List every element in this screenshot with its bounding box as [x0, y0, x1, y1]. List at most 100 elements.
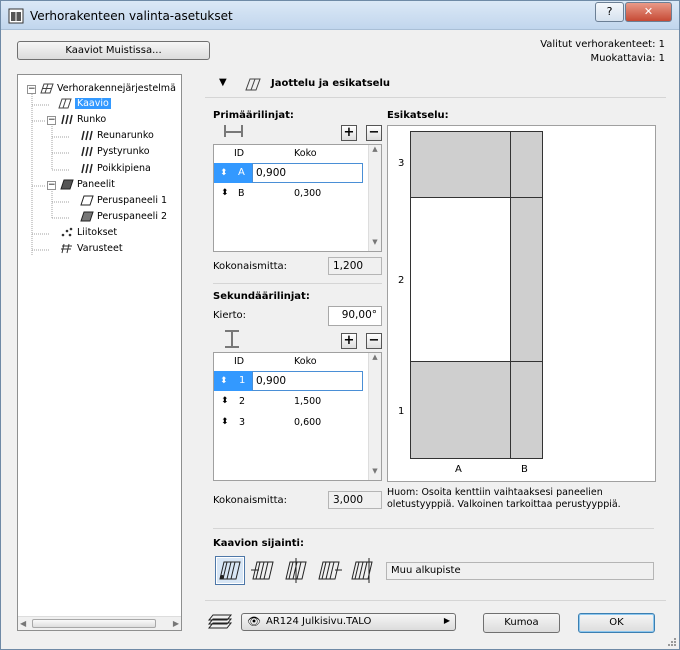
scroll-left-arrow-icon[interactable]: ◀ — [20, 619, 26, 628]
preview-row-label: 2 — [398, 275, 405, 286]
add-primary-line-button[interactable]: + — [341, 125, 357, 141]
row-selector[interactable]: ⬍ A — [214, 163, 252, 183]
tree-root-toggle[interactable]: − — [27, 85, 36, 94]
row-id: B — [238, 188, 245, 199]
section-title: Jaottelu ja esikatselu — [271, 78, 390, 89]
table-row[interactable]: ⬍ B 0,300 — [214, 184, 369, 204]
reorder-handle-icon[interactable]: ⬍ — [220, 163, 228, 183]
row-size-input[interactable]: 0,900 — [252, 371, 363, 391]
row-id: A — [238, 167, 245, 178]
close-button[interactable]: ✕ — [625, 2, 672, 22]
location-option-4-button[interactable] — [314, 556, 344, 585]
preview-col-label: A — [455, 464, 462, 475]
remove-primary-line-button[interactable]: − — [366, 125, 382, 141]
row-id: 3 — [239, 417, 246, 428]
preview-area[interactable]: 3 2 1 A B — [387, 125, 656, 482]
tree-horizontal-scrollbar[interactable]: ◀ ▶ — [18, 616, 181, 630]
row-size[interactable]: 0,600 — [294, 417, 321, 428]
junctions-icon — [61, 227, 73, 237]
primary-lines-title: Primäärilinjat: — [213, 110, 294, 121]
help-button[interactable]: ? — [595, 2, 624, 22]
preview-panel-b1[interactable] — [510, 361, 543, 459]
reorder-handle-icon[interactable]: ⬍ — [221, 417, 229, 427]
table-row[interactable]: ⬍ 2 1,500 — [214, 392, 369, 412]
primary-lines-table: ID Koko ⬍ A 0,900 ⬍ B 0,300 ▲ ▼ — [213, 144, 382, 252]
preview-panel-b3[interactable] — [510, 131, 543, 198]
tree-item-boundary-frame[interactable]: Reunarunko — [80, 130, 154, 144]
reorder-handle-icon[interactable]: ⬍ — [220, 371, 228, 391]
row-selector[interactable]: ⬍ 1 — [214, 371, 252, 391]
location-option-5-button[interactable] — [347, 556, 377, 585]
scroll-up-arrow-icon[interactable]: ▲ — [369, 353, 381, 366]
tree-item-transom[interactable]: Poikkipiena — [80, 163, 151, 177]
tree-item-base-panel-2[interactable]: Peruspaneeli 2 — [80, 211, 167, 225]
reorder-handle-icon[interactable]: ⬍ — [221, 188, 229, 198]
row-size-input[interactable]: 0,900 — [252, 163, 363, 183]
panels-icon — [60, 179, 74, 190]
tree-item-junctions[interactable]: Liitokset — [60, 227, 117, 241]
location-option-1-button[interactable] — [215, 556, 245, 585]
table-row[interactable]: ⬍ 3 0,600 — [214, 413, 369, 433]
preview-panel-a2[interactable] — [410, 197, 511, 362]
reorder-handle-icon[interactable]: ⬍ — [221, 396, 229, 406]
tree-item-label: Pystyrunko — [97, 146, 150, 157]
tree-item-base-panel-1[interactable]: Peruspaneeli 1 — [80, 195, 167, 209]
location-option-3-button[interactable] — [281, 556, 311, 585]
scroll-down-arrow-icon[interactable]: ▼ — [369, 467, 381, 480]
curtain-wall-app-icon — [8, 8, 24, 24]
preview-panel-a1[interactable] — [410, 361, 511, 459]
primary-table-scrollbar[interactable]: ▲ ▼ — [368, 145, 381, 251]
tree-item-curtain-wall-system[interactable]: Verhorakennejärjestelmä — [40, 83, 176, 97]
scroll-down-arrow-icon[interactable]: ▼ — [369, 238, 381, 251]
location-value: Muu alkupiste — [386, 562, 654, 580]
layer-select[interactable]: 👁 AR124 Julkisivu.TALO ▶ — [241, 613, 456, 631]
tree-panels-toggle[interactable]: − — [47, 181, 56, 190]
primary-total-value: 1,200 — [328, 257, 382, 275]
tree-item-label: Liitokset — [77, 227, 118, 238]
table-row[interactable]: ⬍ 1 0,900 — [214, 371, 369, 391]
ok-button[interactable]: OK — [578, 613, 655, 633]
tree-item-frame[interactable]: Runko — [60, 114, 106, 128]
resize-grip-icon[interactable] — [667, 637, 677, 647]
location-center-icon — [285, 558, 307, 583]
tree-frame-toggle[interactable]: − — [47, 116, 56, 125]
scheme-grid-icon — [58, 98, 72, 109]
tree-item-label: Kaavio — [75, 98, 111, 109]
preview-panel-a3[interactable] — [410, 131, 511, 198]
tree-item-scheme[interactable]: Kaavio — [58, 98, 111, 112]
tree-item-mullion[interactable]: Pystyrunko — [80, 146, 150, 160]
tree-item-label: Peruspaneeli 2 — [97, 211, 168, 222]
secondary-table-scrollbar[interactable]: ▲ ▼ — [368, 353, 381, 480]
scroll-thumb[interactable] — [32, 619, 156, 628]
scroll-up-arrow-icon[interactable]: ▲ — [369, 145, 381, 158]
section-header[interactable]: ▼ Jaottelu ja esikatselu — [205, 74, 666, 98]
row-id: 2 — [239, 396, 246, 407]
boundary-frame-icon — [81, 130, 93, 141]
favorites-button[interactable]: Kaaviot Muistissa... — [17, 41, 210, 60]
add-secondary-line-button[interactable]: + — [341, 333, 357, 349]
tree-item-accessories[interactable]: Varusteet — [60, 243, 123, 257]
divider — [213, 528, 654, 529]
selected-count: Valitut verhorakenteet: 1 — [540, 39, 665, 50]
location-origin-icon — [219, 561, 241, 580]
location-custom-icon — [351, 558, 373, 583]
cancel-button[interactable]: Kumoa — [483, 613, 560, 633]
tree-item-panels[interactable]: Paneelit — [60, 179, 115, 193]
scheme-icon — [245, 78, 261, 91]
remove-secondary-line-button[interactable]: − — [366, 333, 382, 349]
rotation-input[interactable]: 90,00° — [328, 306, 382, 326]
eye-icon: 👁 — [247, 615, 261, 628]
table-row[interactable]: ⬍ A 0,900 — [214, 163, 369, 183]
preview-col-label: B — [521, 464, 528, 475]
row-size[interactable]: 0,300 — [294, 188, 321, 199]
vertical-dimension-icon — [225, 330, 239, 348]
divider — [205, 600, 666, 601]
location-option-2-button[interactable] — [248, 556, 278, 585]
row-size[interactable]: 1,500 — [294, 396, 321, 407]
location-end-icon — [318, 561, 342, 580]
preview-hint: Huom: Osoita kenttiin vaihtaaksesi panee… — [387, 487, 621, 510]
preview-panel-b2[interactable] — [510, 197, 543, 362]
preview-title: Esikatselu: — [387, 110, 449, 121]
scroll-right-arrow-icon[interactable]: ▶ — [173, 619, 179, 628]
collapse-arrow-icon[interactable]: ▼ — [219, 77, 227, 88]
